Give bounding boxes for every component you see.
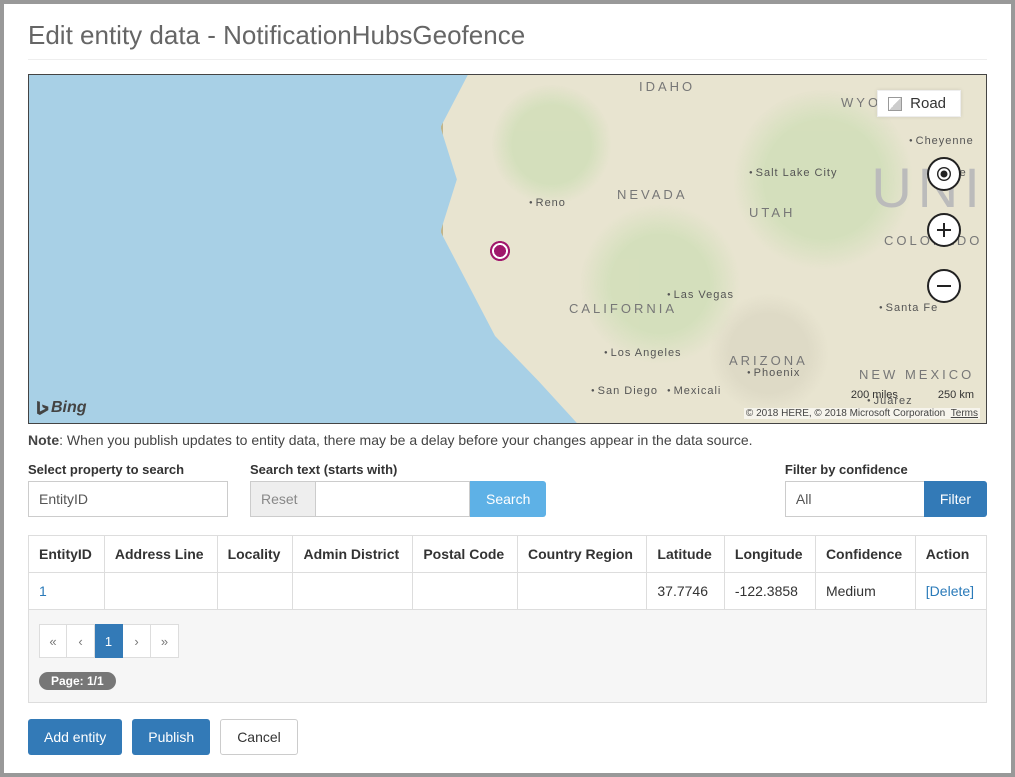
pager-prev[interactable]: ‹ [67, 624, 95, 658]
page-indicator: Page: 1/1 [39, 672, 116, 690]
cell-postal-code [413, 573, 518, 610]
table-row: 1 37.7746-122.3858Medium [Delete] [29, 573, 987, 610]
city-label: Las Vegas [667, 289, 734, 301]
col-address-line: Address Line [104, 536, 217, 573]
state-label: NEW MEXICO [859, 367, 974, 382]
terms-link[interactable]: Terms [951, 408, 978, 419]
col-admin-district: Admin District [293, 536, 413, 573]
pager-next[interactable]: › [123, 624, 151, 658]
pager: « ‹ 1 › » [39, 624, 976, 658]
city-label: Los Angeles [604, 347, 682, 359]
col-country-region: Country Region [517, 536, 646, 573]
city-label: Cheyenne [909, 135, 974, 147]
city-label: Reno [529, 197, 566, 209]
filter-label: Filter by confidence [785, 462, 987, 477]
city-label: Santa Fe [879, 302, 938, 314]
map-type-selector[interactable]: Road [877, 90, 961, 117]
col-confidence: Confidence [815, 536, 915, 573]
cell-address-line [104, 573, 217, 610]
search-text-label: Search text (starts with) [250, 462, 546, 477]
page-title: Edit entity data - NotificationHubsGeofe… [28, 20, 987, 60]
city-label: Salt Lake City [749, 167, 838, 179]
locate-me-button[interactable] [927, 157, 961, 191]
map-scale: 200 miles 250 km [851, 389, 974, 401]
map-type-label: Road [910, 95, 946, 112]
col-action: Action [915, 536, 986, 573]
map-marker[interactable] [490, 241, 510, 261]
state-label: ARIZONA [729, 353, 808, 368]
property-select[interactable]: EntityID [28, 481, 228, 517]
bing-logo: Bing [35, 399, 87, 417]
cell-admin-district [293, 573, 413, 610]
filter-button[interactable]: Filter [924, 481, 987, 517]
entity-id-link[interactable]: 1 [39, 583, 47, 599]
col-entityid: EntityID [29, 536, 105, 573]
publish-note: Note: When you publish updates to entity… [28, 432, 987, 448]
confidence-filter-select[interactable]: All [785, 481, 925, 517]
minus-icon [935, 277, 953, 295]
cell-latitude: 37.7746 [647, 573, 725, 610]
state-label: CALIFORNIA [569, 301, 677, 316]
entity-table: EntityIDAddress LineLocalityAdmin Distri… [28, 535, 987, 610]
select-property-label: Select property to search [28, 462, 228, 477]
city-label: Phoenix [747, 367, 800, 379]
col-postal-code: Postal Code [413, 536, 518, 573]
zoom-out-button[interactable] [927, 269, 961, 303]
map[interactable]: UNIT IDAHOWYOMINGNEVADAUTAHCOLORADOCALIF… [28, 74, 987, 424]
state-label: NEVADA [617, 187, 688, 202]
locate-icon [941, 171, 948, 178]
col-longitude: Longitude [724, 536, 815, 573]
state-label: UTAH [749, 205, 795, 220]
city-label: San Diego [591, 385, 658, 397]
zoom-in-button[interactable] [927, 213, 961, 247]
map-copyright: © 2018 HERE, © 2018 Microsoft Corporatio… [744, 408, 980, 419]
cell-country-region [517, 573, 646, 610]
col-latitude: Latitude [647, 536, 725, 573]
cell-action: [Delete] [915, 573, 986, 610]
bing-icon [35, 399, 49, 417]
publish-button[interactable]: Publish [132, 719, 210, 755]
cancel-button[interactable]: Cancel [220, 719, 298, 755]
cell-confidence: Medium [815, 573, 915, 610]
cell-locality [217, 573, 293, 610]
state-label: IDAHO [639, 79, 695, 94]
plus-icon [935, 221, 953, 239]
pager-first[interactable]: « [39, 624, 67, 658]
reset-button[interactable] [250, 481, 315, 517]
city-label: Mexicali [667, 385, 721, 397]
delete-link[interactable]: [Delete] [926, 583, 974, 599]
pager-current[interactable]: 1 [95, 624, 123, 658]
search-input[interactable] [315, 481, 470, 517]
cell-entityid: 1 [29, 573, 105, 610]
road-icon [888, 97, 902, 111]
pager-last[interactable]: » [151, 624, 179, 658]
search-button[interactable]: Search [470, 481, 546, 517]
add-entity-button[interactable]: Add entity [28, 719, 122, 755]
cell-longitude: -122.3858 [724, 573, 815, 610]
col-locality: Locality [217, 536, 293, 573]
